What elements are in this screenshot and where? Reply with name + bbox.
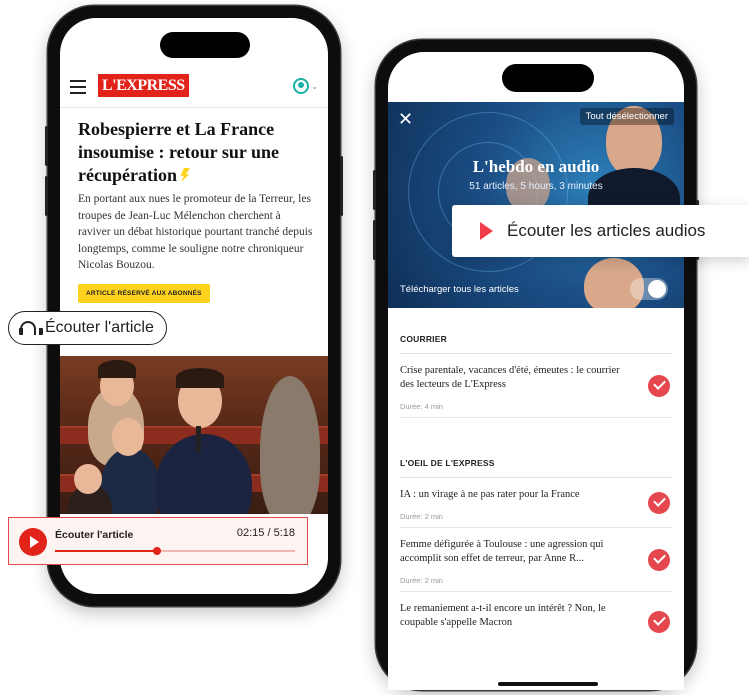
- phone-audio-screen: ✕ Tout désélectionner L'hebdo en audio 5…: [388, 52, 684, 690]
- menu-icon[interactable]: [70, 80, 86, 94]
- phone-article-screen: L'EXPRESS ⌄ Robespierre et La France ins…: [60, 18, 328, 594]
- item-title: Crise parentale, vacances d'été, émeutes…: [400, 365, 620, 390]
- listen-audio-articles-label: Écouter les articles audios: [507, 221, 706, 240]
- account-menu[interactable]: ⌄: [293, 78, 318, 94]
- item-title: Le remaniement a-t-il encore un intérêt …: [400, 603, 606, 628]
- item-duration: Durée: 2 min: [400, 512, 443, 521]
- audio-article-list: COURRIER Crise parentale, vacances d'été…: [388, 308, 684, 636]
- volume-button: [45, 126, 48, 166]
- check-icon[interactable]: [648, 491, 670, 514]
- list-item[interactable]: IA : un virage à ne pas rater pour la Fr…: [400, 478, 672, 528]
- audio-player: Écouter l'article 02:15 / 5:18: [8, 517, 308, 565]
- item-title: IA : un virage à ne pas rater pour la Fr…: [400, 489, 580, 500]
- user-icon: [293, 78, 310, 94]
- lexpress-logo[interactable]: L'EXPRESS: [98, 74, 189, 97]
- article-photo: [60, 356, 328, 514]
- player-time: 02:15 / 5:18: [236, 527, 295, 539]
- list-item[interactable]: Le remaniement a-t-il encore un intérêt …: [400, 592, 672, 636]
- progress-track[interactable]: [55, 547, 295, 555]
- item-duration: Durée: 4 min: [400, 402, 443, 411]
- section-heading: L'OEIL DE L'EXPRESS: [400, 458, 672, 478]
- close-icon[interactable]: ✕: [398, 110, 413, 128]
- listen-article-button[interactable]: Écouter l'article: [8, 311, 167, 345]
- hebdo-title: L'hebdo en audio: [472, 157, 600, 176]
- volume-button: [45, 176, 48, 216]
- player-title: Écouter l'article: [55, 529, 134, 541]
- check-icon[interactable]: [648, 548, 670, 571]
- deselect-all-button[interactable]: Tout désélectionner: [579, 108, 674, 125]
- site-header: L'EXPRESS ⌄: [60, 70, 328, 108]
- microphone: [196, 426, 201, 452]
- listen-audio-articles-button[interactable]: Écouter les articles audios: [452, 205, 749, 257]
- play-icon[interactable]: [19, 528, 47, 556]
- speaker-hair: [176, 368, 224, 388]
- play-icon: [480, 222, 493, 240]
- check-icon[interactable]: [648, 611, 670, 633]
- article-headline: Robespierre et La France insoumise : ret…: [78, 118, 314, 187]
- chevron-down-icon: ⌄: [311, 81, 318, 91]
- person: [260, 376, 320, 514]
- speaker-suit: [156, 434, 252, 514]
- list-item[interactable]: Crise parentale, vacances d'été, émeutes…: [400, 354, 672, 418]
- headphones-icon: [19, 321, 43, 335]
- person-head: [74, 464, 102, 494]
- hebdo-subtitle: 51 articles, 5 hours, 3 minutes: [469, 181, 603, 192]
- dynamic-island: [502, 64, 594, 92]
- download-all-toggle[interactable]: [630, 278, 668, 300]
- download-all-label: Télécharger tous les articles: [400, 283, 519, 295]
- phone-audio: ✕ Tout désélectionner L'hebdo en audio 5…: [373, 40, 699, 690]
- person-head: [112, 418, 144, 456]
- volume-button: [373, 220, 376, 260]
- person-hair: [98, 360, 136, 378]
- section-heading: COURRIER: [400, 334, 672, 354]
- article-lead: En portant aux nues le promoteur de la T…: [78, 193, 313, 271]
- dynamic-island: [160, 32, 250, 58]
- list-item[interactable]: Femme défigurée à Toulouse : une agressi…: [400, 528, 672, 592]
- item-title: Femme défigurée à Toulouse : une agressi…: [400, 539, 604, 564]
- download-all-row: Télécharger tous les articles: [400, 278, 668, 300]
- flash-icon: [180, 168, 190, 182]
- listen-article-label: Écouter l'article: [45, 319, 154, 336]
- volume-button: [373, 170, 376, 210]
- article-body: Robespierre et La France insoumise : ret…: [78, 118, 314, 303]
- check-icon[interactable]: [648, 374, 670, 397]
- progress-knob[interactable]: [153, 547, 161, 555]
- home-indicator: [498, 682, 598, 686]
- power-button: [340, 156, 343, 216]
- subscriber-badge: ARTICLE RÉSERVÉ AUX ABONNÉS: [78, 283, 210, 303]
- phone-article: L'EXPRESS ⌄ Robespierre et La France ins…: [45, 6, 343, 606]
- item-duration: Durée: 2 min: [400, 576, 443, 585]
- headline-text: Robespierre et La France insoumise : ret…: [78, 119, 280, 185]
- progress-fill: [55, 550, 157, 552]
